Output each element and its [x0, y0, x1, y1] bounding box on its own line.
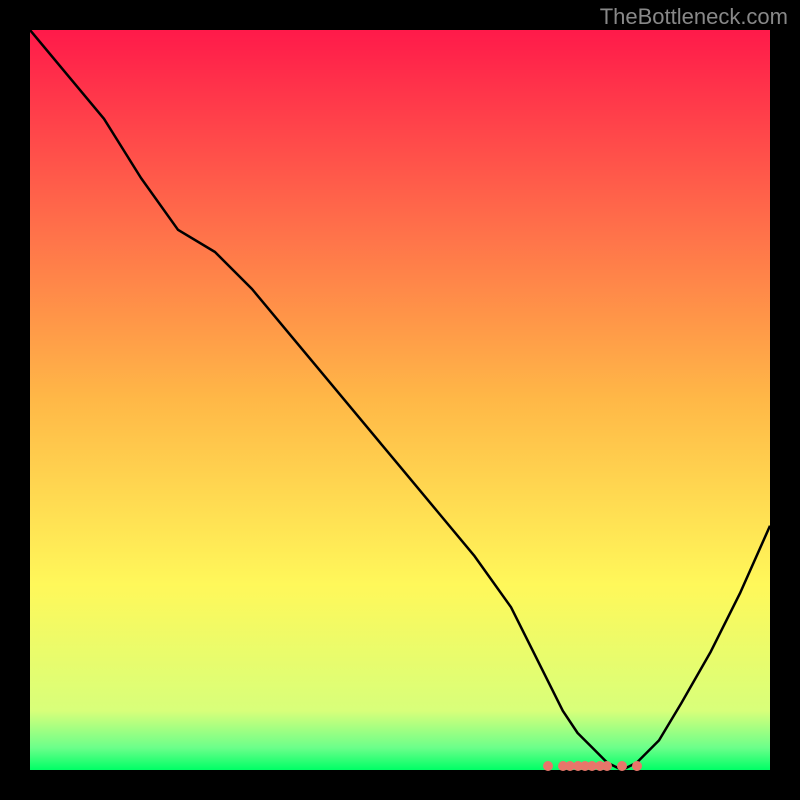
scatter-points-layer: [30, 30, 770, 770]
watermark-text: TheBottleneck.com: [600, 4, 788, 30]
scatter-point: [602, 761, 612, 771]
scatter-point: [543, 761, 553, 771]
scatter-point: [617, 761, 627, 771]
plot-area: [30, 30, 770, 770]
scatter-point: [632, 761, 642, 771]
